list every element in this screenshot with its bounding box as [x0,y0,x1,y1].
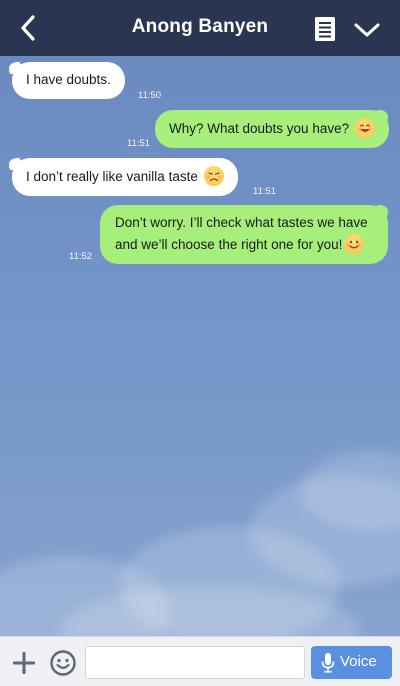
grinning-face-icon [354,118,375,138]
smiling-face-icon [344,233,365,254]
message-text: and we’ll choose the right one for you! [115,236,343,252]
outgoing-message[interactable]: Why? What doubts you have? [155,110,389,148]
message-time: 11:51 [127,138,151,149]
message-text: Don’t worry. I’ll check what tastes we h… [115,215,368,230]
emoji-button[interactable] [49,649,77,677]
sad-face-icon [203,166,224,186]
microphone-icon [321,653,335,673]
back-button[interactable] [14,13,44,43]
contact-name: Anong Banyen [131,16,269,37]
plus-icon [13,652,35,674]
voice-button[interactable]: Voice [311,646,392,679]
incoming-message[interactable]: I have doubts. [12,62,125,99]
message-text: I have doubts. [26,72,111,87]
message-input[interactable] [85,646,305,679]
notes-button[interactable] [312,15,338,43]
incoming-message[interactable]: I don’t really like vanilla taste [12,158,238,196]
message-time: 11:51 [253,186,277,197]
message-time: 11:50 [138,90,162,101]
chevron-left-icon [21,15,35,41]
chevron-down-icon [354,23,380,37]
chat-header: Anong Banyen [0,0,400,56]
composer-bar: Voice [0,636,400,686]
smiley-icon [50,650,76,676]
voice-label: Voice [340,653,377,670]
message-text: I don’t really like vanilla taste [26,169,198,184]
add-attachment-button[interactable] [12,651,36,675]
notes-icon [315,17,335,41]
outgoing-message[interactable]: Don’t worry. I’ll check what tastes we h… [100,205,388,264]
message-time: 11:52 [69,251,93,262]
message-text: Why? What doubts you have? [169,121,350,136]
chat-area[interactable]: I have doubts. 11:50 Why? What doubts yo… [0,56,400,636]
more-options-button[interactable] [352,18,382,42]
